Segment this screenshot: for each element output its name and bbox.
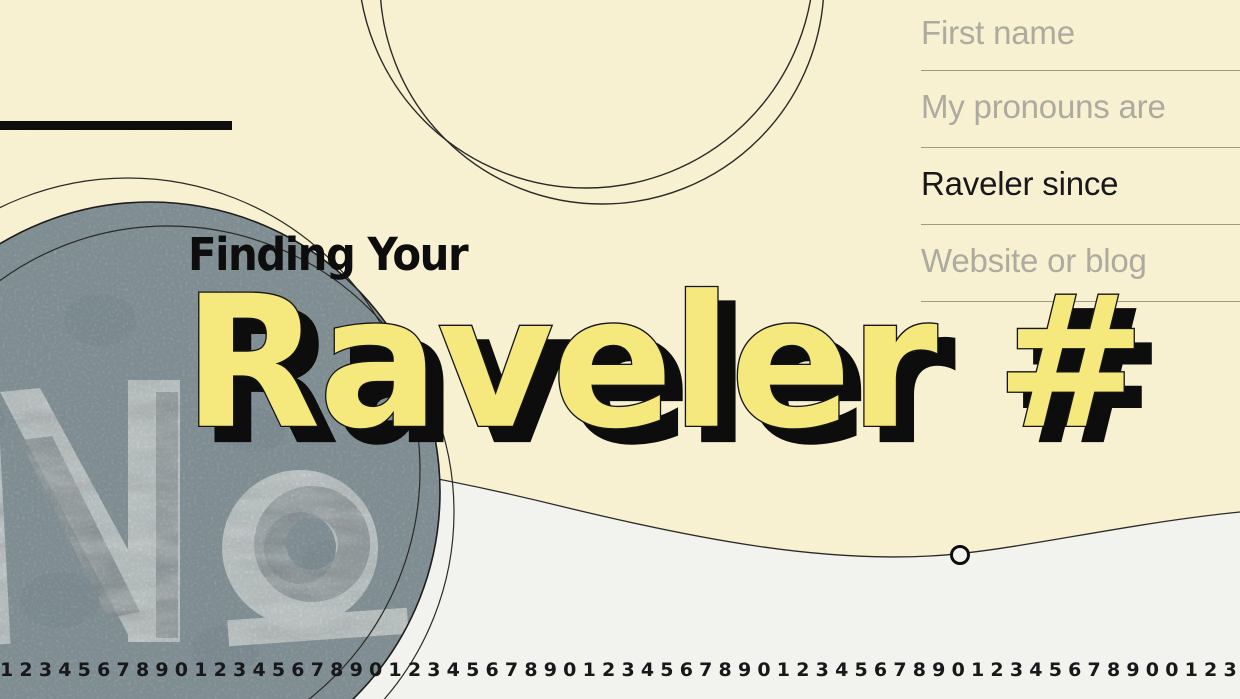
field-raveler-since-text: Raveler since [921, 164, 1119, 202]
headline-block: Raveler # Raveler # [182, 270, 1164, 470]
poster-canvas: First name My pronouns are Raveler since… [0, 0, 1240, 699]
field-pronouns[interactable]: My pronouns are [921, 71, 1240, 148]
small-open-circle-icon [950, 545, 970, 565]
field-first-name-text: First name [921, 13, 1075, 51]
numeral-ruler: 1234567890123456789012345678901234567890… [0, 659, 1240, 681]
field-raveler-since[interactable]: Raveler since [921, 148, 1240, 225]
field-first-name[interactable]: First name [921, 0, 1240, 71]
field-pronouns-text: My pronouns are [921, 87, 1166, 125]
black-rule [0, 121, 232, 130]
headline-text: Raveler # [182, 256, 1147, 470]
